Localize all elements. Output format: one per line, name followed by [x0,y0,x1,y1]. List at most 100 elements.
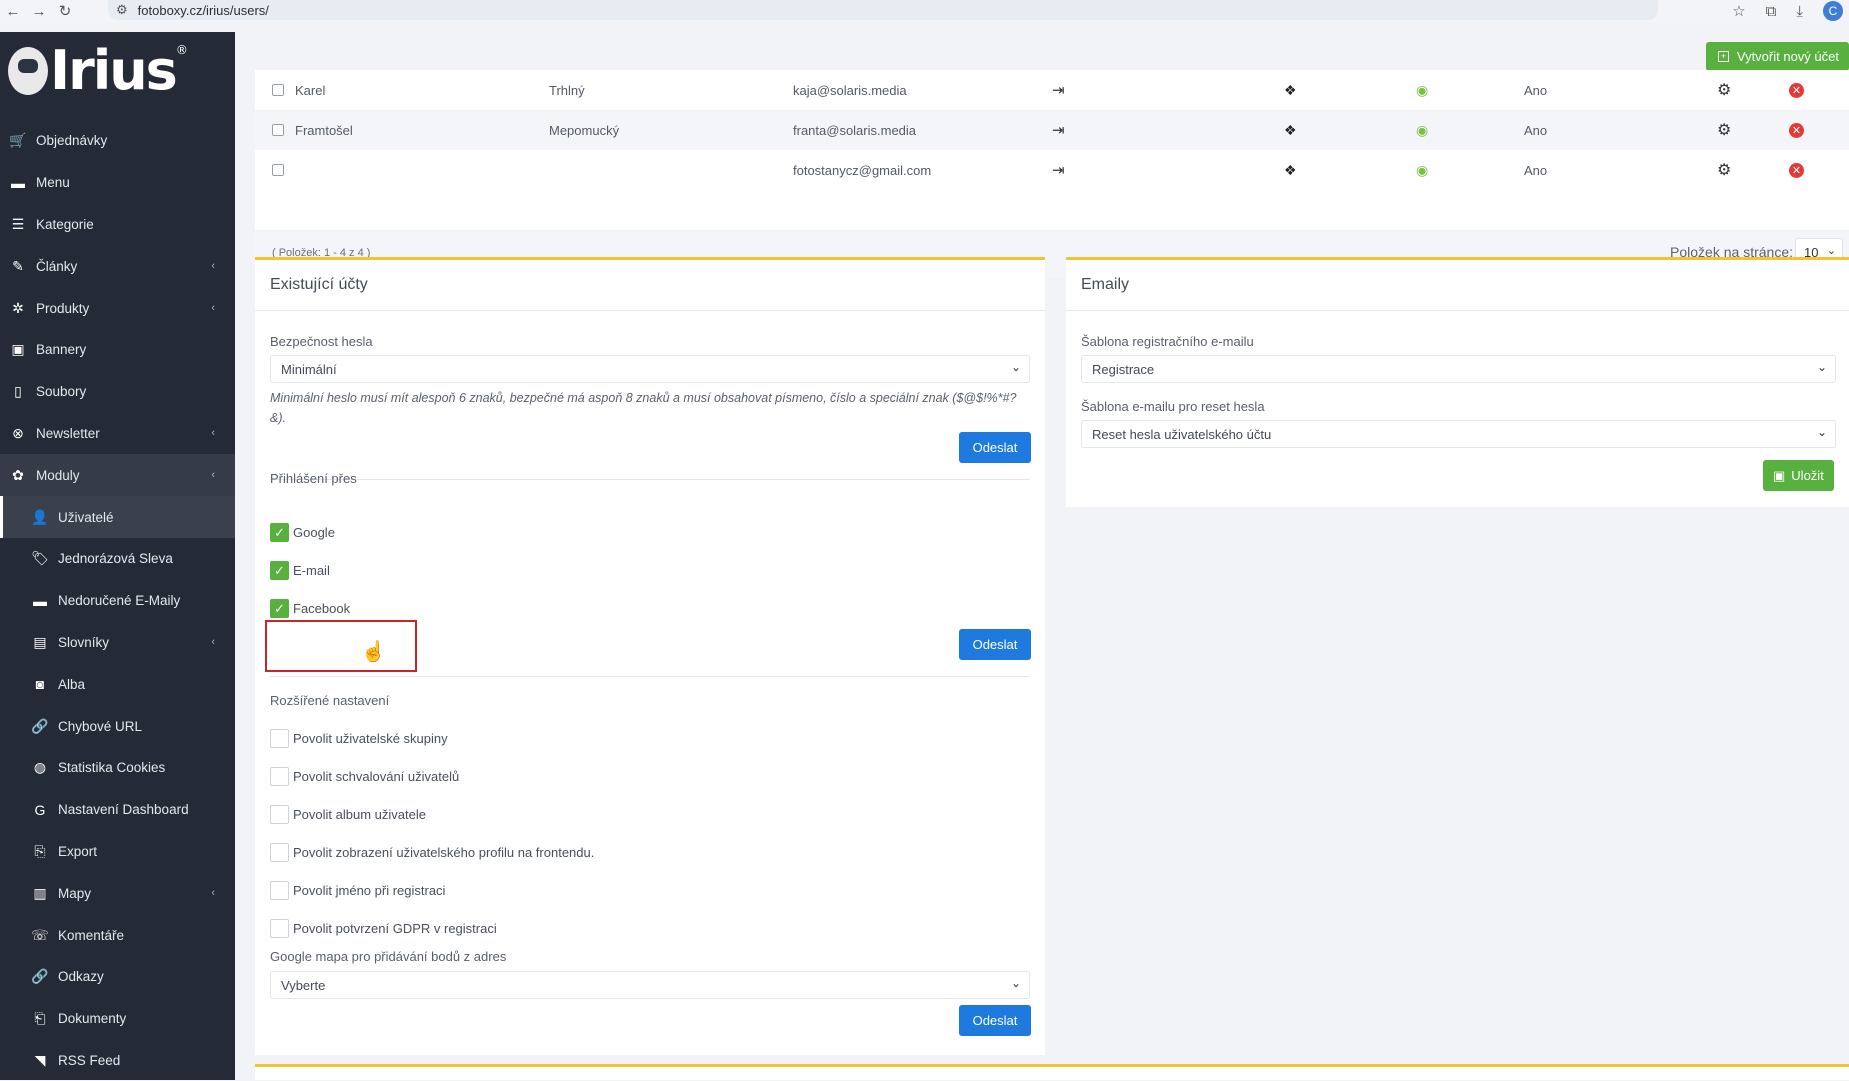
sidebar-item-produkty[interactable]: ✲ Produkty ‹ [0,287,235,329]
sidebar-item-menu[interactable]: ▬ Menu [0,162,235,204]
dropbox-icon[interactable]: ❖ [1284,162,1297,179]
sidebar-item-alba[interactable]: ◙ Alba [0,663,235,705]
create-account-button[interactable]: + Vytvořit nový účet [1705,42,1849,71]
option-user-album[interactable]: Povolit album uživatele [270,805,426,824]
back-icon[interactable]: ← [0,3,26,20]
login-google-option[interactable]: ✓ Google [270,523,335,542]
eye-icon[interactable]: ◉ [1416,162,1428,179]
user-album-checkbox[interactable] [270,805,289,824]
row-checkbox[interactable] [272,124,284,136]
reset-template-select[interactable]: Reset hesla uživatelského účtu ⌄ [1081,420,1836,448]
sidebar-item-uzivatele[interactable]: 👤 Uživatelé [0,496,235,538]
address-bar[interactable]: ⚙ fotoboxy.cz/irius/users/ [108,0,1658,20]
logo[interactable]: Irius® [0,32,235,110]
chevron-left-icon: ‹ [211,469,215,482]
link-icon: 🔗 [31,968,49,985]
profile-avatar[interactable]: C [1823,1,1843,21]
submit-login-button[interactable]: Odeslat [959,629,1031,660]
table-row: fotostanycz@gmail.com ⇥ ❖ ◉ Ano ⚙ ✕ [255,150,1849,190]
forward-icon[interactable]: → [26,3,52,20]
google-icon: G [34,801,46,818]
sidebar-item-dokumenty[interactable]: ⎗ Dokumenty [0,998,235,1040]
delete-icon[interactable]: ✕ [1789,82,1804,98]
option-profile-frontend[interactable]: Povolit zobrazení uživatelského profilu … [270,843,594,862]
chevron-left-icon: ‹ [211,302,215,315]
file-icon: ▯ [14,383,22,400]
sidebar-item-soubory[interactable]: ▯ Soubory [0,371,235,413]
gear-icon[interactable]: ⚙ [1717,160,1731,180]
sidebar-item-nedorucene-emaily[interactable]: ▬ Nedoručené E-Maily [0,580,235,622]
submit-advanced-button[interactable]: Odeslat [959,1005,1031,1036]
delete-icon[interactable]: ✕ [1789,162,1804,178]
sidebar-item-statistika-cookies[interactable]: ◍ Statistika Cookies [0,747,235,789]
dropbox-icon[interactable]: ❖ [1284,122,1297,139]
highlight-box [265,620,417,672]
reload-icon[interactable]: ↻ [52,2,78,20]
extensions-icon[interactable]: ⧉ [1766,3,1777,20]
login-facebook-option[interactable]: ✓ Facebook [270,599,350,618]
registration-template-select[interactable]: Registrace ⌄ [1081,355,1836,383]
delete-icon[interactable]: ✕ [1789,122,1804,138]
main-content: + Vytvořit nový účet Karel Trhlný kaja@s… [235,32,1849,1080]
login-as-icon[interactable]: ⇥ [1052,161,1065,179]
sidebar-item-mapy[interactable]: ▥ Mapy ‹ [0,872,235,914]
registration-template-label: Šablona registračního e-mailu [1081,334,1254,349]
user-groups-checkbox[interactable] [270,729,289,748]
sidebar-item-odkazy[interactable]: 🔗 Odkazy [0,956,235,998]
login-as-icon[interactable]: ⇥ [1052,81,1065,99]
table-row: Karel Trhlný kaja@solaris.media ⇥ ❖ ◉ An… [255,70,1849,110]
sidebar-item-nastaveni-dashboard[interactable]: G Nastavení Dashboard [0,789,235,831]
sidebar-item-rss-feed[interactable]: ◥ RSS Feed [0,1040,235,1081]
eye-icon[interactable]: ◉ [1416,122,1428,139]
user-approval-checkbox[interactable] [270,767,289,786]
sidebar-item-jednorazova-sleva[interactable]: 🏷 Jednorázová Sleva [0,538,235,580]
gear-icon[interactable]: ⚙ [1717,120,1731,140]
sidebar-item-kategorie[interactable]: ☰ Kategorie [0,204,235,246]
password-security-select[interactable]: Minimální ⌄ [270,355,1030,383]
divider [270,479,1030,480]
name-registration-checkbox[interactable] [270,881,289,900]
gear-icon[interactable]: ⚙ [1717,80,1731,100]
sidebar-item-export[interactable]: ⎘ Export [0,831,235,873]
option-name-registration[interactable]: Povolit jméno při registraci [270,881,445,900]
login-email-option[interactable]: ✓ E-mail [270,561,330,580]
google-map-select[interactable]: Vyberte ⌄ [270,971,1030,999]
option-user-approval[interactable]: Povolit schvalování uživatelů [270,767,459,786]
dropbox-icon[interactable]: ❖ [1284,82,1297,99]
mail-icon: ▬ [33,592,47,609]
document-icon: ⎗ [34,1010,46,1027]
profile-frontend-checkbox[interactable] [270,843,289,862]
option-user-groups[interactable]: Povolit uživatelské skupiny [270,729,448,748]
bookmark-star-icon[interactable]: ☆ [1732,2,1745,20]
site-settings-icon[interactable]: ⚙ [116,2,128,18]
sidebar-item-newsletter[interactable]: ⊗ Newsletter ‹ [0,413,235,455]
sidebar-item-slovniky[interactable]: ▤ Slovníky ‹ [0,622,235,664]
tag-icon: 🏷 [31,550,49,567]
hand-cursor-icon: ☝ [361,641,386,663]
download-icon[interactable]: ⤓ [1796,3,1803,20]
save-button[interactable]: ▣ Uložit [1763,460,1834,491]
option-gdpr-registration[interactable]: Povolit potvrzení GDPR v registraci [270,919,497,938]
sidebar-item-moduly[interactable]: ✿ Moduly ‹ [0,454,235,497]
row-checkbox[interactable] [272,164,284,176]
books-icon: ▤ [33,633,47,650]
chevron-down-icon: ⌄ [1010,976,1021,990]
eye-icon[interactable]: ◉ [1416,82,1428,99]
chevron-left-icon: ‹ [211,636,215,649]
google-checkbox[interactable]: ✓ [270,523,289,542]
link-icon: 🔗 [31,717,49,734]
sidebar-item-objednavky[interactable]: 🛒 Objednávky [0,120,235,162]
image-icon: ▣ [11,341,25,358]
email-checkbox[interactable]: ✓ [270,561,289,580]
sidebar-item-chybove-url[interactable]: 🔗 Chybové URL [0,705,235,747]
facebook-checkbox[interactable]: ✓ [270,599,289,618]
users-table: Karel Trhlný kaja@solaris.media ⇥ ❖ ◉ An… [255,70,1849,278]
row-checkbox[interactable] [272,84,284,96]
sidebar-item-komentare[interactable]: ☏ Komentáře [0,914,235,956]
gdpr-registration-checkbox[interactable] [270,919,289,938]
login-as-icon[interactable]: ⇥ [1052,121,1065,139]
sidebar-item-bannery[interactable]: ▣ Bannery [0,329,235,371]
submit-password-button[interactable]: Odeslat [959,432,1031,463]
sidebar-item-clanky[interactable]: ✎ Články ‹ [0,245,235,287]
chevron-down-icon: ⌄ [1010,360,1021,374]
